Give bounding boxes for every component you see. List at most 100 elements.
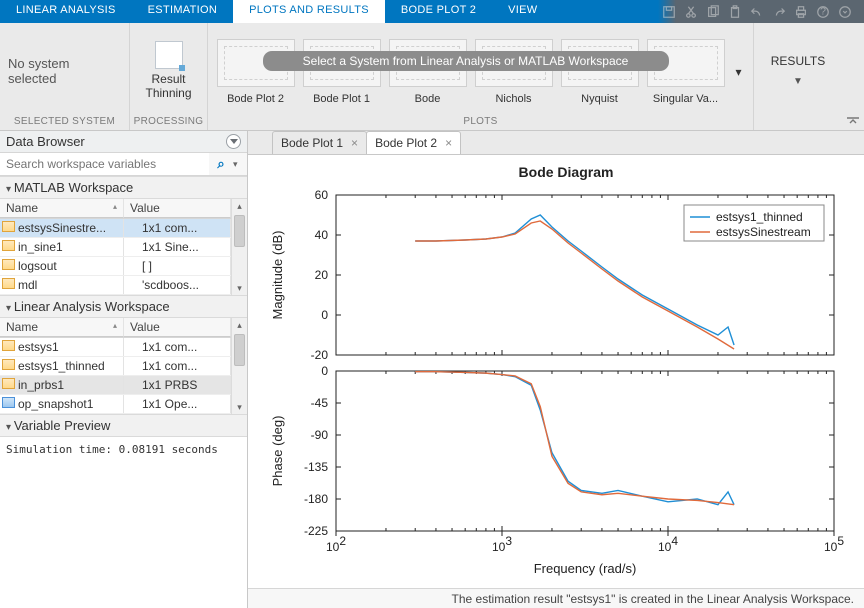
result-thinning-button[interactable]: Result Thinning	[138, 41, 199, 101]
variable-icon	[2, 221, 15, 232]
col-value[interactable]: Value	[124, 199, 231, 218]
plot-thumb-bode-plot-1[interactable]: Bode Plot 1	[299, 39, 385, 105]
bode-chart: Bode Diagram-200204060-225-180-135-90-45…	[248, 155, 864, 585]
ribbon-tab-plots-and-results[interactable]: PLOTS AND RESULTS	[233, 0, 385, 23]
plot-thumb-label: Bode Plot 1	[313, 93, 370, 105]
table-row[interactable]: estsys11x1 com...	[0, 338, 231, 357]
col-value[interactable]: Value	[124, 318, 231, 337]
group-selected-system: No system selected SELECTED SYSTEM	[0, 23, 130, 130]
svg-text:40: 40	[315, 228, 329, 242]
svg-text:Phase (deg): Phase (deg)	[270, 416, 285, 487]
section-matlab-workspace[interactable]: MATLAB Workspace	[0, 176, 247, 199]
plot-thumb-singular-values[interactable]: Singular Va...	[643, 39, 729, 105]
group-title-processing: PROCESSING	[130, 114, 207, 130]
table-row[interactable]: op_snapshot11x1 Ope...	[0, 395, 231, 414]
doc-tab-label: Bode Plot 1	[281, 136, 343, 150]
group-results: RESULTS ▼	[754, 23, 842, 130]
data-browser-menu-button[interactable]	[226, 134, 241, 149]
variable-icon	[2, 278, 15, 289]
plot-thumb-nichols[interactable]: Nichols	[471, 39, 557, 105]
section-variable-preview[interactable]: Variable Preview	[0, 414, 247, 437]
svg-text:-20: -20	[311, 348, 329, 362]
scroll-down-icon[interactable]: ▾	[232, 281, 247, 295]
collapse-toolstrip-button[interactable]	[842, 23, 864, 130]
svg-text:Frequency (rad/s): Frequency (rad/s)	[534, 561, 637, 576]
svg-text:102: 102	[326, 534, 346, 554]
result-thinning-icon	[155, 41, 183, 69]
variable-icon	[2, 397, 15, 408]
variable-icon	[2, 240, 15, 251]
plot-gallery-banner: Select a System from Linear Analysis or …	[263, 51, 669, 71]
ribbon-tab-linear-analysis[interactable]: LINEAR ANALYSIS	[0, 0, 132, 23]
doc-tab-bode-plot-1[interactable]: Bode Plot 1 ×	[272, 131, 367, 154]
plot-thumb-bode-plot-2[interactable]: Bode Plot 2	[213, 39, 299, 105]
selected-system-label: No system selected	[0, 23, 129, 114]
svg-text:105: 105	[824, 534, 844, 554]
table-row[interactable]: estsys1_thinned1x1 com...	[0, 357, 231, 376]
svg-text:-180: -180	[304, 492, 328, 506]
document-tabs: Bode Plot 1 × Bode Plot 2 ×	[248, 131, 864, 155]
table-row[interactable]: in_prbs11x1 PRBS	[0, 376, 231, 395]
svg-text:20: 20	[315, 268, 329, 282]
svg-text:-225: -225	[304, 524, 328, 538]
ribbon-tab-bode-plot-2[interactable]: BODE PLOT 2	[385, 0, 492, 23]
svg-text:?: ?	[820, 5, 826, 17]
table-row[interactable]: logsout[ ]	[0, 257, 231, 276]
redo-icon[interactable]	[770, 3, 788, 21]
cut-icon[interactable]	[682, 3, 700, 21]
scroll-up-icon[interactable]: ▴	[232, 318, 247, 332]
results-label: RESULTS	[771, 54, 825, 68]
undo-icon[interactable]	[748, 3, 766, 21]
print-icon[interactable]	[792, 3, 810, 21]
table-row[interactable]: mdl'scdboos...	[0, 276, 231, 295]
doc-tab-bode-plot-2[interactable]: Bode Plot 2 ×	[366, 131, 461, 154]
search-dropdown[interactable]: ▾	[233, 159, 247, 170]
col-name[interactable]: Name	[0, 318, 124, 337]
ribbon-tab-estimation[interactable]: ESTIMATION	[132, 0, 233, 23]
search-icon[interactable]: ⌕	[209, 156, 233, 172]
section-linear-analysis-workspace[interactable]: Linear Analysis Workspace	[0, 295, 247, 318]
group-title-selected-system: SELECTED SYSTEM	[0, 114, 129, 130]
bode-plot-area[interactable]: Bode Diagram-200204060-225-180-135-90-45…	[248, 155, 864, 588]
plot-thumb-label: Nyquist	[581, 93, 618, 105]
scroll-thumb[interactable]	[234, 334, 245, 366]
col-name[interactable]: Name	[0, 199, 124, 218]
result-thinning-label: Result Thinning	[138, 73, 199, 101]
svg-text:-90: -90	[311, 428, 329, 442]
plot-gallery-dropdown[interactable]: ▾	[729, 62, 749, 82]
results-dropdown[interactable]: ▼	[793, 76, 803, 87]
plot-thumb-label: Bode Plot 2	[227, 93, 284, 105]
ribbon-tab-view[interactable]: VIEW	[492, 0, 553, 23]
variable-icon	[2, 340, 15, 351]
save-icon[interactable]	[660, 3, 678, 21]
scrollbar-vertical[interactable]: ▴ ▾	[231, 318, 247, 414]
copy-icon[interactable]	[704, 3, 722, 21]
plot-thumb-nyquist[interactable]: Nyquist	[557, 39, 643, 105]
svg-text:Bode Diagram: Bode Diagram	[519, 164, 614, 180]
doc-tab-label: Bode Plot 2	[375, 136, 437, 150]
group-title-results	[754, 114, 842, 130]
scrollbar-vertical[interactable]: ▴ ▾	[231, 199, 247, 295]
paste-icon[interactable]	[726, 3, 744, 21]
plot-thumb-bode[interactable]: Bode	[385, 39, 471, 105]
group-title-plots: PLOTS	[208, 114, 753, 130]
scroll-thumb[interactable]	[234, 215, 245, 247]
svg-text:0: 0	[321, 308, 328, 322]
linear-workspace-header[interactable]: Name Value	[0, 318, 231, 338]
help-icon[interactable]: ?	[814, 3, 832, 21]
matlab-workspace-header[interactable]: Name Value	[0, 199, 231, 219]
table-row[interactable]: in_sine11x1 Sine...	[0, 238, 231, 257]
data-browser-panel: Data Browser ⌕ ▾ MATLAB Workspace Name V…	[0, 131, 248, 608]
close-icon[interactable]: ×	[351, 136, 358, 150]
close-icon[interactable]: ×	[445, 136, 452, 150]
svg-text:Magnitude (dB): Magnitude (dB)	[270, 231, 285, 320]
scroll-up-icon[interactable]: ▴	[232, 199, 247, 213]
scroll-down-icon[interactable]: ▾	[232, 400, 247, 414]
plot-thumb-label: Nichols	[495, 93, 531, 105]
data-browser-title: Data Browser	[6, 134, 226, 149]
plot-gallery: Bode Plot 2 Bode Plot 1 Bode Nichols Nyq…	[213, 39, 749, 105]
plot-thumb-label: Singular Va...	[653, 93, 718, 105]
more-icon[interactable]	[836, 3, 854, 21]
search-input[interactable]	[0, 153, 209, 175]
table-row[interactable]: estsysSinestre...1x1 com...	[0, 219, 231, 238]
